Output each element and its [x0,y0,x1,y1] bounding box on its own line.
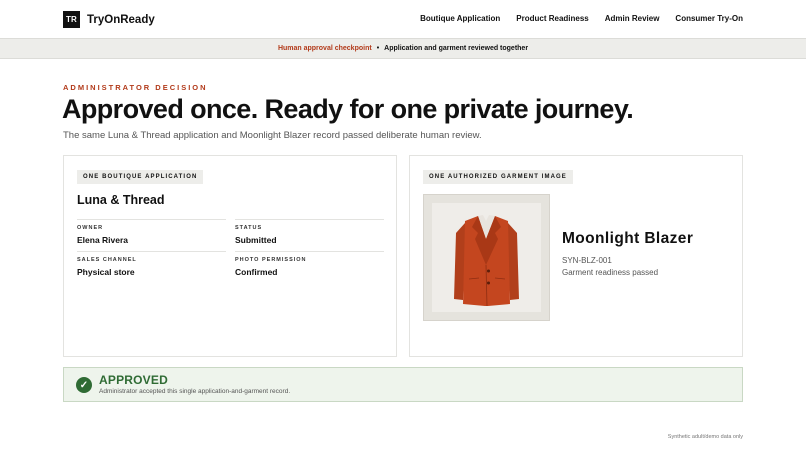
owner-value: Elena Rivera [77,235,129,245]
nav-link-admin-review[interactable]: Admin Review [605,14,660,23]
garment-name: Moonlight Blazer [562,230,694,247]
blazer-icon [454,215,519,307]
brand-logo[interactable]: TR TryOnReady [63,11,155,28]
photo-permission-field: PHOTO PERMISSION Confirmed [235,251,384,277]
page-headline: Approved once. Ready for one private jou… [62,94,634,124]
nav-link-consumer-try-on[interactable]: Consumer Try-On [675,14,743,23]
check-icon: ✓ [76,377,92,393]
owner-field: OWNER Elena Rivera [77,219,226,245]
brand-mark: TR [63,11,80,28]
status-label: STATUS [235,225,263,231]
top-navigation: TR TryOnReady Boutique Application Produ… [0,0,806,38]
page-subline: The same Luna & Thread application and M… [63,130,482,141]
application-card: ONE BOUTIQUE APPLICATION Luna & Thread O… [63,155,397,357]
garment-readiness-note: Garment readiness passed [562,268,659,277]
boutique-name: Luna & Thread [77,193,165,207]
owner-label: OWNER [77,225,104,231]
garment-sku: SYN-BLZ-001 [562,256,612,265]
nav-links: Boutique Application Product Readiness A… [420,14,743,23]
garment-chip: ONE AUTHORIZED GARMENT IMAGE [423,170,573,184]
synthetic-data-note: Synthetic adult/demo data only [667,434,743,440]
garment-image-frame[interactable] [423,194,550,321]
checkpoint-banner: Human approval checkpoint • Application … [0,38,806,59]
blazer-image [432,203,541,312]
nav-link-product-readiness[interactable]: Product Readiness [516,14,588,23]
garment-card: ONE AUTHORIZED GARMENT IMAGE Moonlight B… [409,155,743,357]
decision-eyebrow: ADMINISTRATOR DECISION [63,83,208,92]
status-value: Submitted [235,235,277,245]
photo-permission-label: PHOTO PERMISSION [235,257,307,263]
sales-channel-field: SALES CHANNEL Physical store [77,251,226,277]
approved-subtitle: Administrator accepted this single appli… [99,388,291,395]
banner-separator: • [376,45,380,52]
application-chip: ONE BOUTIQUE APPLICATION [77,170,204,184]
nav-link-boutique-application[interactable]: Boutique Application [420,14,500,23]
sales-channel-label: SALES CHANNEL [77,257,137,263]
approved-title: APPROVED [99,373,168,387]
status-field: STATUS Submitted [235,219,384,245]
brand-name: TryOnReady [87,13,155,26]
photo-permission-value: Confirmed [235,267,278,277]
approved-status-banner: ✓ APPROVED Administrator accepted this s… [63,367,743,402]
banner-text: Application and garment reviewed togethe… [384,45,529,52]
banner-accent-text: Human approval checkpoint [277,45,372,52]
sales-channel-value: Physical store [77,267,135,277]
